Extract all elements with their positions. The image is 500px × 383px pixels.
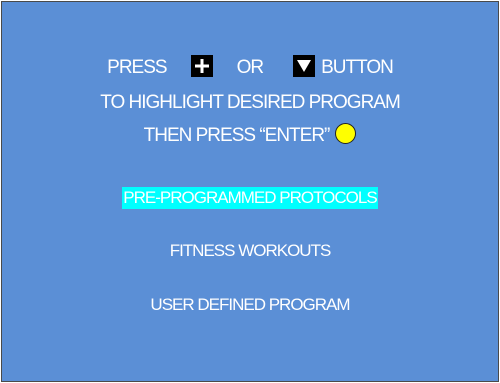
then-press-enter-label: THEN PRESS “ENTER”: [143, 125, 331, 146]
menu-item-fitness-workouts[interactable]: FITNESS WORKOUTS: [2, 240, 498, 262]
instruction-line-1: PRESS OR BUTTON: [2, 55, 498, 79]
program-select-screen: PRESS OR BUTTON TO HIGHLIGHT DESIRED PROGR…: [1, 1, 499, 382]
menu-item-label: FITNESS WORKOUTS: [169, 241, 332, 260]
instruction-line-2: TO HIGHLIGHT DESIRED PROGRAM: [100, 92, 401, 113]
menu-item-pre-programmed-protocols[interactable]: PRE-PROGRAMMED PROTOCOLS: [2, 187, 498, 209]
press-label: PRESS: [107, 57, 167, 78]
down-arrow-key-icon: [293, 55, 316, 77]
menu-item-user-defined-program[interactable]: USER DEFINED PROGRAM: [2, 294, 498, 316]
up-arrow-key-icon: [190, 55, 213, 77]
or-label: OR: [236, 57, 264, 78]
enter-button-icon: [335, 123, 357, 145]
menu-item-label: PRE-PROGRAMMED PROTOCOLS: [122, 187, 378, 209]
menu-item-label: USER DEFINED PROGRAM: [150, 295, 350, 314]
instruction-line-3: THEN PRESS “ENTER”: [2, 123, 498, 147]
button-label: BUTTON: [321, 57, 394, 78]
